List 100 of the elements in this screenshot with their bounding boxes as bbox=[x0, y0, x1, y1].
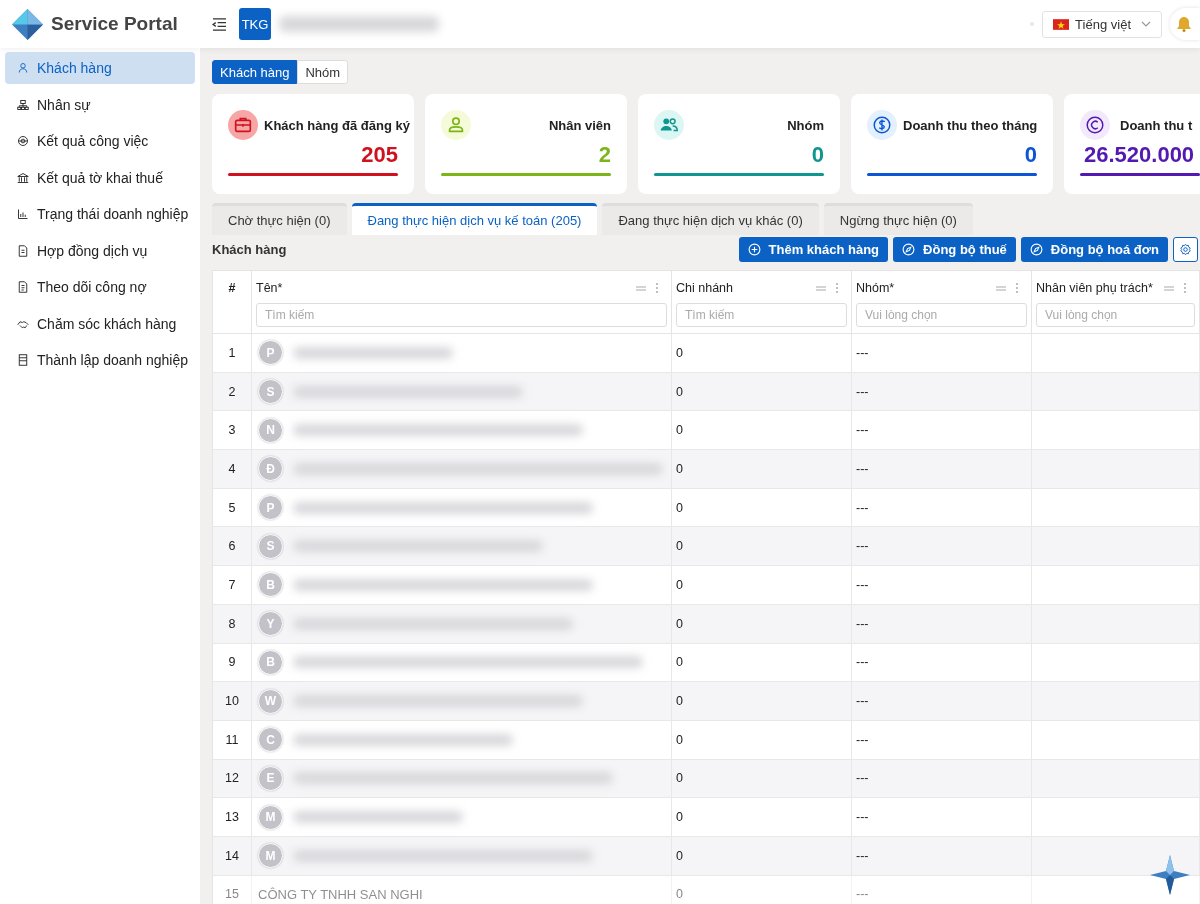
stat-title: Khách hàng đã đăng ký bbox=[264, 117, 410, 133]
section-title: Khách hàng bbox=[212, 241, 288, 257]
row-number: 12 bbox=[213, 759, 252, 798]
filter-field[interactable]: Tìm kiếm bbox=[256, 303, 667, 327]
row-number: 5 bbox=[213, 488, 252, 527]
avatar: M bbox=[258, 804, 283, 830]
avatar: Đ bbox=[258, 456, 283, 482]
filter-field[interactable]: Tìm kiếm bbox=[676, 303, 847, 327]
status-tab[interactable]: Đang thực hiện dịch vụ khác (0) bbox=[602, 203, 819, 235]
status-tab[interactable]: Đang thực hiện dịch vụ kế toán (205) bbox=[351, 203, 598, 235]
stat-title: Doanh thu t bbox=[1120, 117, 1194, 133]
table-cell: 0 bbox=[672, 372, 852, 411]
table-cell: --- bbox=[852, 643, 1032, 682]
stat-title: Doanh thu theo tháng bbox=[903, 117, 1038, 133]
stat-value: 26.520.000 bbox=[1084, 142, 1196, 168]
caret-icon bbox=[1141, 21, 1151, 27]
row-number: 15 bbox=[213, 875, 252, 904]
row-number: 6 bbox=[213, 527, 252, 566]
stat-title: Nhân viên bbox=[547, 117, 611, 133]
more-icon[interactable] bbox=[1183, 282, 1187, 294]
table-cell: 0 bbox=[672, 875, 852, 904]
person-icon bbox=[17, 62, 29, 74]
avatar: M bbox=[258, 843, 283, 869]
table-cell: 0 bbox=[672, 682, 852, 720]
table-cell: 0 bbox=[672, 798, 852, 836]
avatar: B bbox=[258, 572, 283, 598]
table-cell: --- bbox=[852, 334, 1032, 372]
drag-handle-icon[interactable] bbox=[635, 284, 647, 292]
more-icon[interactable] bbox=[835, 282, 839, 294]
table-cell: --- bbox=[852, 798, 1032, 836]
sidebar-item[interactable]: Chăm sóc khách hàng bbox=[5, 307, 195, 340]
table-cell: 0 bbox=[672, 450, 852, 488]
stat-value: 0 bbox=[1023, 142, 1037, 168]
flag-icon bbox=[1053, 18, 1070, 30]
more-icon[interactable] bbox=[1015, 282, 1019, 294]
row-number: 1 bbox=[213, 334, 252, 372]
bell-icon bbox=[1176, 16, 1192, 32]
table-cell: --- bbox=[852, 566, 1032, 604]
status-tab[interactable]: Ngừng thực hiện (0) bbox=[823, 203, 973, 235]
sidebar-item[interactable]: Theo dõi công nợ bbox=[5, 271, 195, 303]
filter-field[interactable]: Vui lòng chọn bbox=[856, 303, 1027, 327]
logo-icon bbox=[12, 8, 43, 40]
app-title: Service Portal bbox=[51, 13, 178, 35]
row-number: 3 bbox=[213, 411, 252, 450]
bar-chart-icon bbox=[17, 208, 29, 220]
drag-handle-icon[interactable] bbox=[815, 284, 827, 292]
row-number: 7 bbox=[213, 566, 252, 604]
table-cell: 0 bbox=[672, 488, 852, 527]
table-cell: --- bbox=[852, 450, 1032, 488]
row-number: 9 bbox=[213, 643, 252, 682]
settings-button[interactable] bbox=[1173, 236, 1198, 262]
drag-handle-icon[interactable] bbox=[1163, 284, 1175, 292]
view-tab[interactable]: Khách hàng bbox=[212, 60, 298, 84]
table-cell: --- bbox=[852, 720, 1032, 759]
sync-button[interactable]: Đồng bộ thuế bbox=[893, 236, 1016, 262]
sidebar-item[interactable]: Kết quả công việc bbox=[5, 125, 195, 157]
table-cell: 0 bbox=[672, 527, 852, 566]
table-cell: --- bbox=[852, 759, 1032, 798]
sync-button[interactable]: Đồng bộ hoá đơn bbox=[1020, 236, 1168, 262]
stat-value: 205 bbox=[360, 142, 398, 168]
avatar: S bbox=[258, 533, 283, 559]
notification-button[interactable] bbox=[1170, 8, 1200, 40]
view-tab[interactable]: Nhóm bbox=[297, 60, 349, 84]
avatar: P bbox=[258, 340, 283, 366]
add-customer-button[interactable]: Thêm khách hàng bbox=[738, 236, 889, 262]
drag-handle-icon[interactable] bbox=[995, 284, 1007, 292]
logo-icon[interactable] bbox=[1150, 855, 1190, 895]
stat-value: 0 bbox=[810, 142, 824, 168]
avatar: W bbox=[258, 688, 283, 714]
avatar: Y bbox=[258, 611, 283, 637]
avatar: C bbox=[258, 727, 283, 753]
table-cell: --- bbox=[852, 488, 1032, 527]
menu-icon[interactable] bbox=[212, 17, 227, 31]
plus-circle-icon bbox=[747, 242, 761, 256]
avatar: S bbox=[258, 379, 283, 405]
table-cell: --- bbox=[852, 836, 1032, 875]
row-number: 2 bbox=[213, 372, 252, 411]
bank-icon bbox=[17, 171, 29, 184]
table-cell: --- bbox=[852, 527, 1032, 566]
more-icon[interactable] bbox=[655, 282, 659, 294]
stat-value: 2 bbox=[597, 142, 611, 168]
row-number: 10 bbox=[213, 682, 252, 720]
table-cell: --- bbox=[852, 411, 1032, 450]
status-tab[interactable]: Chờ thực hiện (0) bbox=[212, 203, 347, 235]
sidebar-item[interactable]: Kết quả tờ khai thuế bbox=[5, 161, 195, 194]
table-cell: 0 bbox=[672, 759, 852, 798]
row-number: 14 bbox=[213, 836, 252, 875]
sidebar-item[interactable]: Trạng thái doanh nghiệp bbox=[5, 198, 195, 230]
table-cell: --- bbox=[852, 682, 1032, 720]
filter-field[interactable]: Vui lòng chọn bbox=[1036, 303, 1195, 327]
table-cell: 0 bbox=[672, 604, 852, 643]
language-select[interactable]: Tiếng việt bbox=[1042, 10, 1162, 38]
avatar: P bbox=[258, 495, 283, 521]
stat-title: Nhóm bbox=[786, 117, 824, 133]
sidebar-item[interactable]: Hợp đồng dịch vụ bbox=[5, 234, 195, 267]
table-cell: 0 bbox=[672, 720, 852, 759]
sidebar-item[interactable]: Nhân sự bbox=[5, 88, 195, 121]
sidebar-item[interactable]: Thành lập doanh nghiệp bbox=[5, 344, 195, 376]
sidebar-item[interactable]: Khách hàng bbox=[5, 52, 195, 84]
table-cell: 0 bbox=[672, 334, 852, 372]
